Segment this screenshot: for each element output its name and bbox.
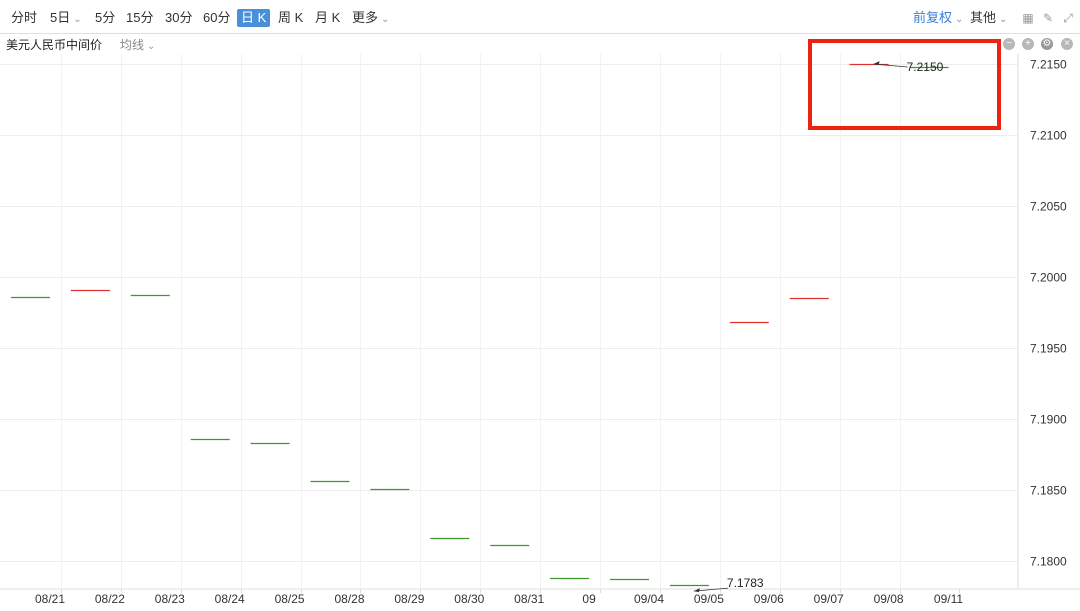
x-tick-label: 08/31 xyxy=(514,592,544,606)
x-tick-label: 08/22 xyxy=(95,592,125,606)
y-tick-label: 7.1900 xyxy=(1030,413,1067,427)
x-tick-label: 09/08 xyxy=(874,592,904,606)
x-tick-label: 08/30 xyxy=(454,592,484,606)
annotation-label: 7.1783 xyxy=(727,576,764,590)
x-tick-label: 09 xyxy=(582,592,596,606)
x-tick-label: 08/23 xyxy=(155,592,185,606)
x-tick-label: 09/11 xyxy=(934,592,963,606)
y-tick-label: 7.2150 xyxy=(1030,58,1067,72)
x-tick-label: 08/28 xyxy=(334,592,364,606)
x-tick-label: 09/07 xyxy=(814,592,844,606)
annotation-label: 7.2150 xyxy=(907,60,944,74)
x-tick-label: 09/04 xyxy=(634,592,664,606)
x-tick-label: 08/29 xyxy=(394,592,424,606)
y-tick-label: 7.2000 xyxy=(1030,271,1067,285)
y-tick-label: 7.2100 xyxy=(1030,129,1067,143)
x-tick-label: 08/21 xyxy=(35,592,65,606)
price-chart: 7.2150 7.2100 7.2050 7.2000 7.1950 7.1900 7.18… xyxy=(0,54,1080,606)
x-tick-label: 09/06 xyxy=(754,592,784,606)
y-tick-label: 7.1850 xyxy=(1030,484,1067,498)
x-tick-label: 09/05 xyxy=(694,592,724,606)
y-tick-label: 7.1800 xyxy=(1030,555,1067,569)
y-tick-label: 7.2050 xyxy=(1030,200,1067,214)
x-tick-label: 08/25 xyxy=(275,592,305,606)
x-tick-label: 08/24 xyxy=(215,592,245,606)
y-tick-label: 7.1950 xyxy=(1030,342,1067,356)
